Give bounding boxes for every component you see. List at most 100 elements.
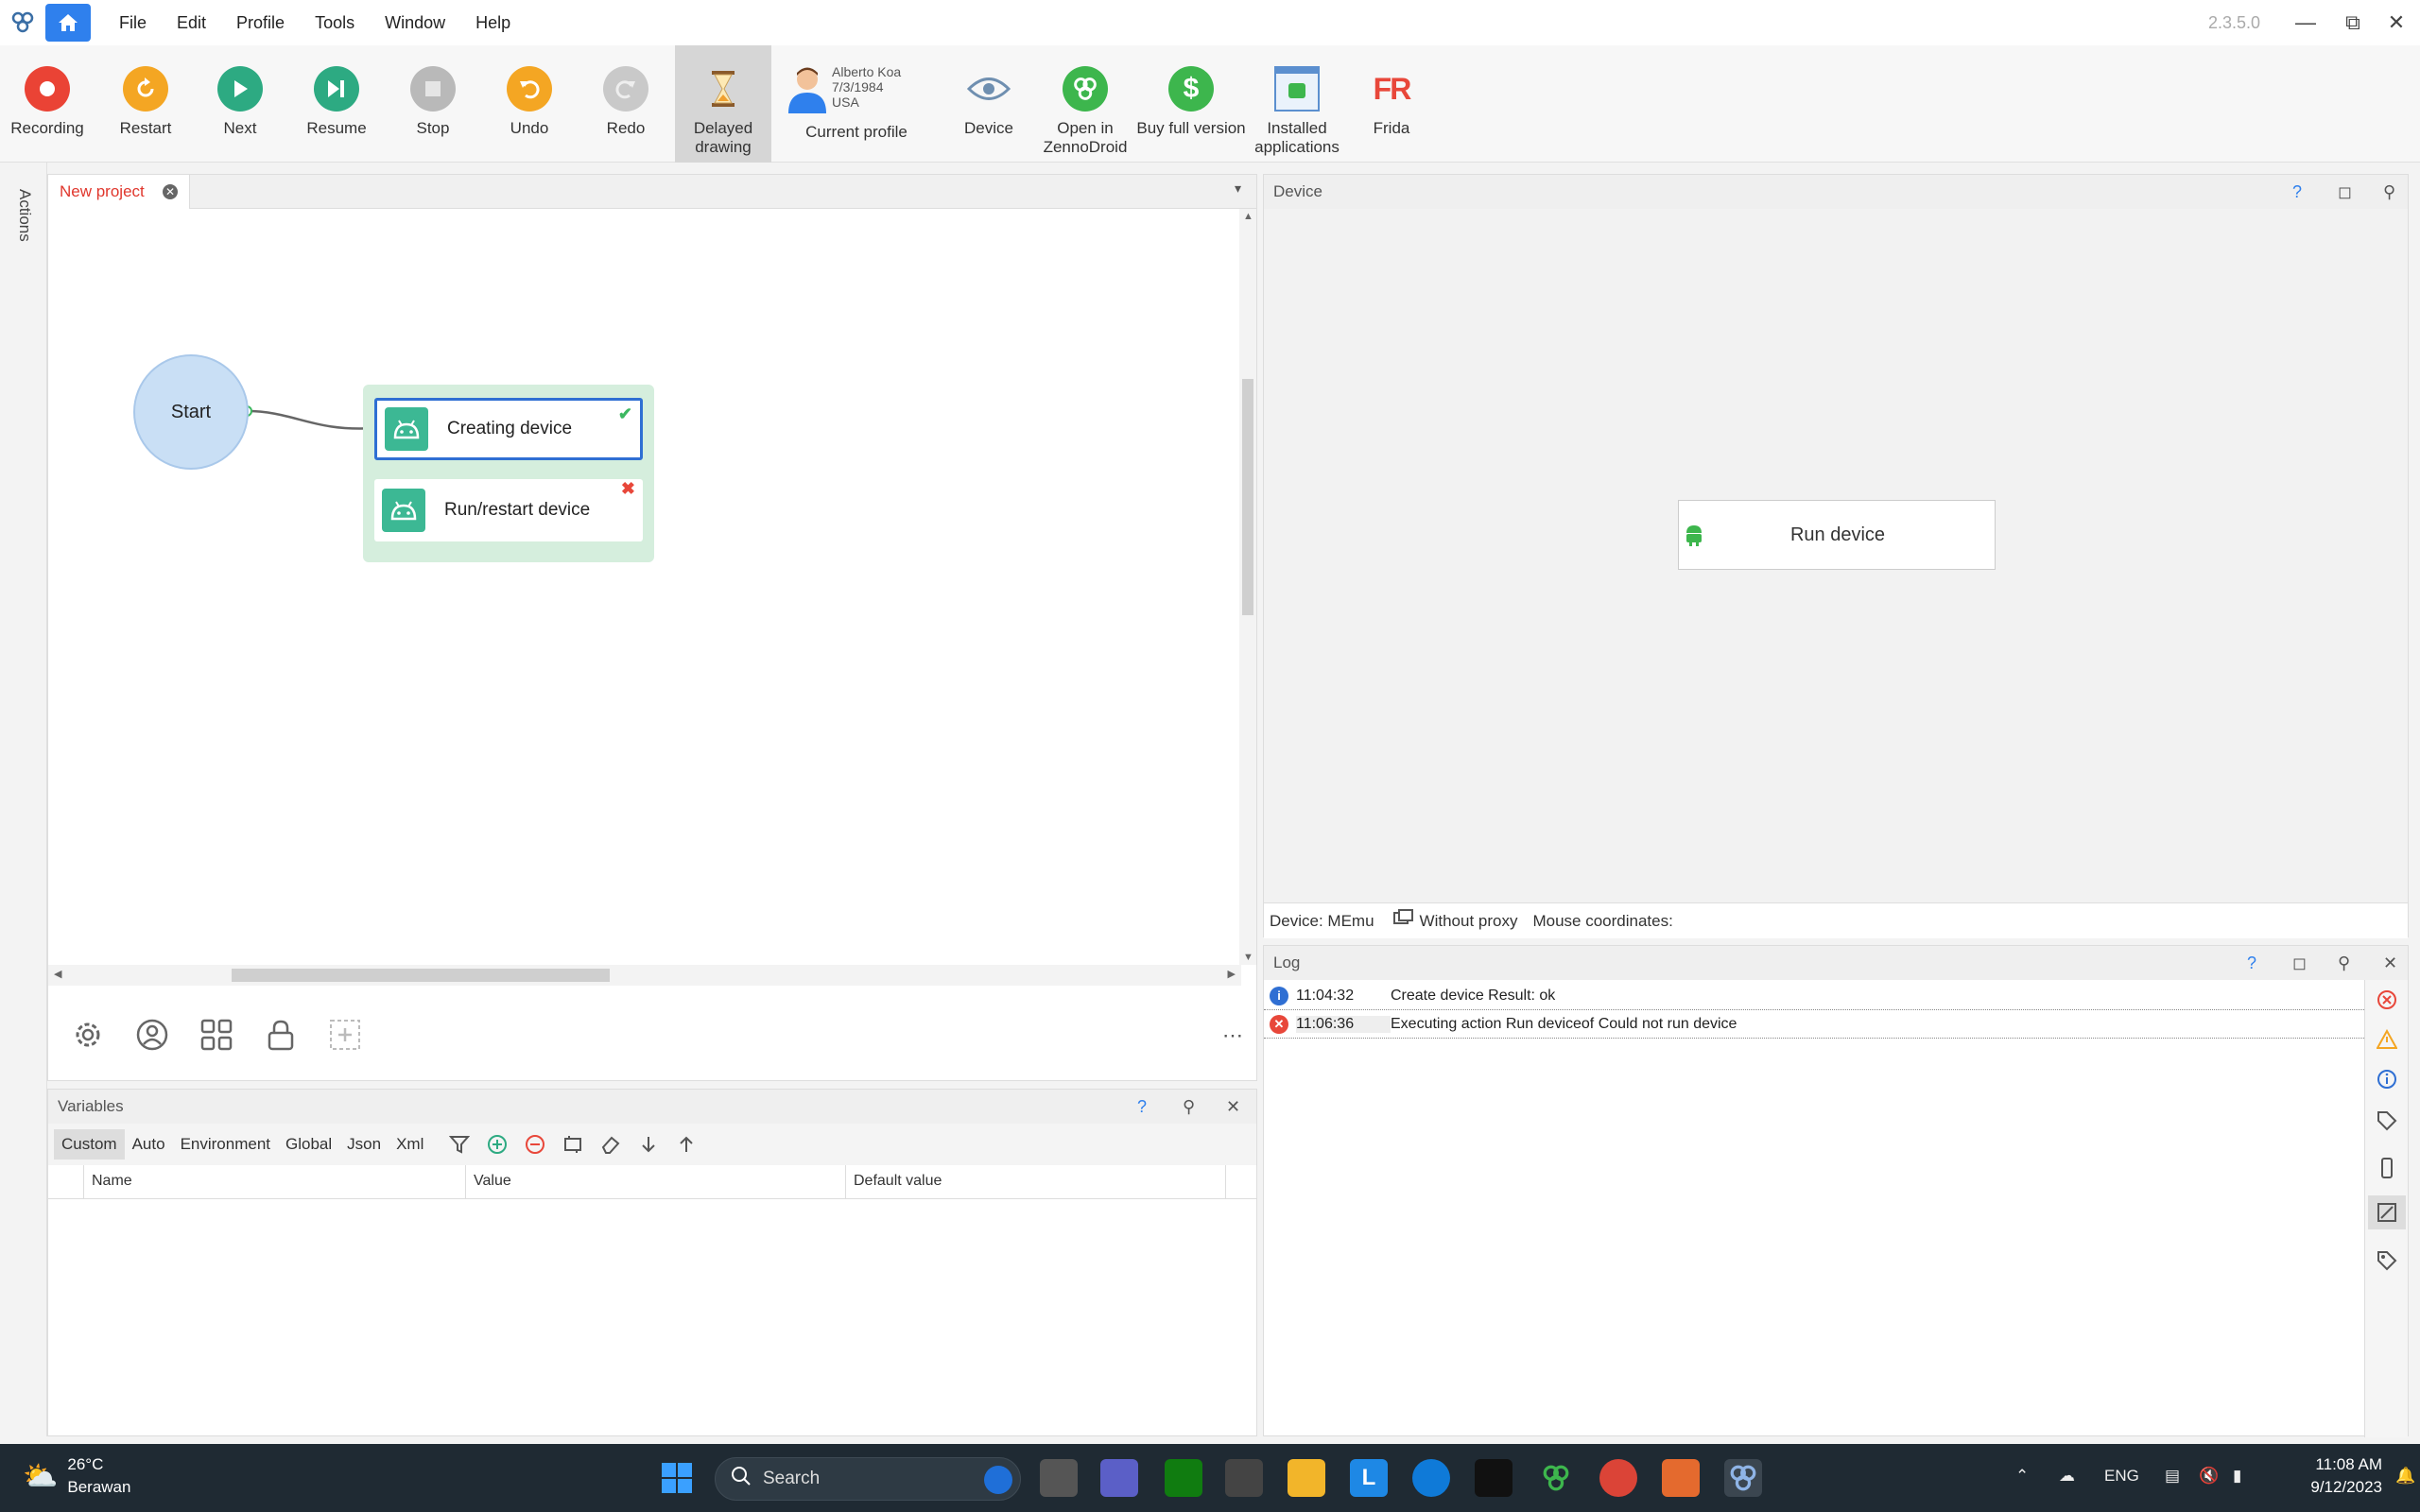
stop-button[interactable]: Stop [395,45,471,163]
app-l-icon[interactable]: L [1350,1459,1388,1497]
log-entry[interactable]: i 11:04:32 Create device Result: ok [1264,982,2364,1010]
edge-browser-icon[interactable] [1412,1459,1450,1497]
tab-new-project[interactable]: New project ✕ [48,175,190,209]
weather-widget[interactable]: ⛅ 26°C Berawan [23,1453,130,1499]
tab-json[interactable]: Json [339,1129,389,1160]
battery-icon[interactable]: ▮ [2233,1467,2241,1486]
project-canvas[interactable]: Start Creating device ✔ Run/restart devi… [48,209,1241,965]
language-indicator[interactable]: ENG [2104,1467,2139,1486]
onedrive-icon[interactable]: ☁ [2059,1467,2075,1486]
tab-global[interactable]: Global [278,1129,339,1160]
add-variable-icon[interactable] [485,1132,510,1157]
volume-muted-icon[interactable]: 🔇 [2199,1467,2219,1486]
editor-horizontal-scrollbar[interactable]: ◀ ▶ [48,965,1241,986]
bing-icon[interactable] [984,1466,1012,1494]
proxy-status[interactable]: Without proxy [1420,912,1518,931]
teams-chat-icon[interactable] [1100,1459,1138,1497]
clear-icon[interactable] [561,1132,585,1157]
minimize-button[interactable]: — [2282,0,2329,45]
close-window-button[interactable]: ✕ [2373,0,2420,45]
scroll-left-icon[interactable]: ◀ [54,968,61,980]
jetbrains-icon[interactable] [1475,1459,1512,1497]
installed-applications-button[interactable]: Installed applications [1250,45,1344,163]
info-filter-icon[interactable] [2377,1069,2397,1090]
tag-clear-icon[interactable] [2377,1250,2397,1271]
column-default-value[interactable]: Default value [846,1165,1226,1198]
help-icon[interactable]: ? [2247,954,2256,973]
recording-button[interactable]: Recording [9,45,85,163]
tab-auto[interactable]: Auto [125,1129,173,1160]
user-circle-icon[interactable] [131,1014,173,1056]
scrollbar-thumb[interactable] [232,969,610,982]
phone-icon[interactable] [2377,1158,2397,1178]
open-zennodroid-button[interactable]: Open in ZennoDroid [1038,45,1132,163]
more-options-icon[interactable]: ⋯ [1222,1023,1243,1048]
maximize-icon[interactable]: ◻ [2292,954,2307,973]
column-name[interactable]: Name [84,1165,466,1198]
current-profile-button[interactable]: Alberto Koa 7/3/1984 USA Current profile [781,45,932,163]
proxy-icon[interactable] [1392,909,1414,933]
arrow-up-icon[interactable] [674,1132,699,1157]
help-icon[interactable]: ? [2292,182,2302,202]
home-button[interactable] [45,4,91,42]
scroll-right-icon[interactable]: ▶ [1228,968,1236,980]
zennodroid-taskbar-icon[interactable] [1537,1459,1575,1497]
filter-icon[interactable] [447,1132,472,1157]
tab-xml[interactable]: Xml [389,1129,431,1160]
store-icon[interactable] [1225,1459,1263,1497]
restart-button[interactable]: Restart [108,45,183,163]
close-tab-icon[interactable]: ✕ [163,184,178,199]
scroll-down-icon[interactable]: ▼ [1243,952,1253,963]
taskbar-clock[interactable]: 11:08 AM 9/12/2023 [2278,1453,2382,1499]
xbox-icon[interactable] [1165,1459,1202,1497]
grid-icon[interactable] [196,1014,237,1056]
run-device-button[interactable]: Run device [1678,500,1996,570]
menu-window[interactable]: Window [370,0,460,45]
pin-icon[interactable]: ⚲ [2383,182,2395,202]
zennodroid-active-icon[interactable] [1724,1459,1762,1497]
chrome-icon[interactable] [1599,1459,1637,1497]
tag-icon[interactable] [2377,1110,2397,1131]
undo-button[interactable]: Undo [492,45,567,163]
menu-tools[interactable]: Tools [300,0,370,45]
next-button[interactable]: Next [202,45,278,163]
maximize-icon[interactable]: ◻ [2338,182,2352,202]
menu-edit[interactable]: Edit [162,0,221,45]
lock-icon[interactable] [260,1014,302,1056]
error-filter-icon[interactable] [2377,989,2397,1010]
menu-help[interactable]: Help [460,0,526,45]
chevron-down-icon[interactable]: ▾ [1235,180,1241,197]
task-view-icon[interactable] [1040,1459,1078,1497]
actions-tab[interactable]: Actions [15,189,34,242]
close-panel-icon[interactable]: ✕ [2383,954,2397,973]
buy-full-version-button[interactable]: $ Buy full version [1136,45,1246,163]
delayed-drawing-button[interactable]: Delayed drawing [675,45,771,163]
redo-button[interactable]: Redo [588,45,664,163]
settings-gear-icon[interactable] [67,1014,109,1056]
tab-environment[interactable]: Environment [173,1129,278,1160]
menu-profile[interactable]: Profile [221,0,300,45]
restore-button[interactable]: ⧉ [2329,0,2377,45]
menu-file[interactable]: File [104,0,162,45]
notification-bell-icon[interactable]: 🔔 [2395,1467,2415,1486]
action-group[interactable]: Creating device ✔ Run/restart device ✖ [363,385,654,562]
taskbar-search[interactable]: Search [715,1457,1021,1501]
screenshot-icon[interactable] [2368,1195,2406,1229]
scroll-up-icon[interactable]: ▲ [1243,211,1253,222]
resume-button[interactable]: Resume [299,45,374,163]
remove-variable-icon[interactable] [523,1132,547,1157]
warning-filter-icon[interactable] [2377,1029,2397,1050]
arrow-down-icon[interactable] [636,1132,661,1157]
scrollbar-thumb[interactable] [1242,379,1253,615]
show-hidden-icons-chevron-icon[interactable]: ⌃ [2015,1467,2029,1486]
log-entry[interactable]: ✕ 11:06:36 Executing action Run deviceof… [1264,1010,2364,1039]
action-node-run-restart-device[interactable]: Run/restart device ✖ [374,479,643,541]
close-panel-icon[interactable]: ✕ [1226,1097,1240,1117]
frida-button[interactable]: FR Frida [1354,45,1429,163]
pin-icon[interactable]: ⚲ [2338,954,2350,973]
app-pentagon-icon[interactable] [1662,1459,1700,1497]
column-value[interactable]: Value [466,1165,846,1198]
pin-icon[interactable]: ⚲ [1183,1097,1195,1117]
device-button[interactable]: Device [951,45,1027,163]
start-node[interactable]: Start [133,354,249,470]
